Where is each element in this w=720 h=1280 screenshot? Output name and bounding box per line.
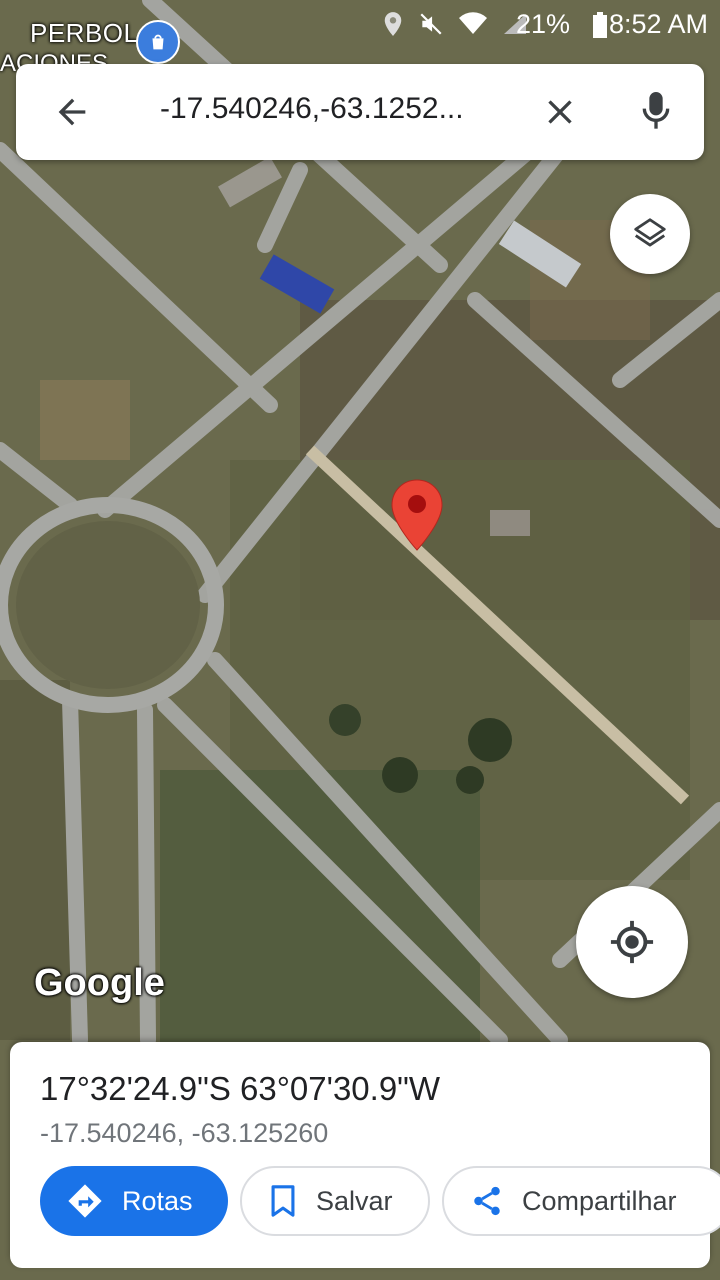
directions-button[interactable]: Rotas	[40, 1166, 228, 1236]
save-label: Salvar	[316, 1185, 393, 1216]
search-bar[interactable]: -17.540246,-63.1252...	[16, 64, 704, 160]
coordinates-decimal: -17.540246, -63.125260	[40, 1118, 329, 1148]
microphone-icon[interactable]	[636, 88, 676, 136]
directions-icon	[66, 1182, 104, 1220]
share-icon	[470, 1184, 504, 1218]
location-marker-icon[interactable]	[390, 478, 444, 552]
layers-button[interactable]	[610, 194, 690, 274]
wifi-icon	[459, 12, 487, 34]
close-icon[interactable]	[540, 92, 580, 132]
save-button[interactable]: Salvar	[240, 1166, 430, 1236]
status-icons	[382, 10, 528, 38]
back-arrow-icon[interactable]	[52, 92, 92, 132]
clock: 8:52 AM	[608, 9, 708, 39]
coordinates-dms: 17°32'24.9"S 63°07'30.9"W	[40, 1070, 441, 1107]
battery-icon	[593, 12, 607, 38]
mute-icon	[420, 13, 442, 35]
directions-label: Rotas	[122, 1185, 193, 1216]
search-query[interactable]: -17.540246,-63.1252...	[160, 92, 530, 126]
battery-percentage: 21%	[515, 9, 570, 39]
share-label: Compartilhar	[522, 1185, 677, 1216]
location-icon	[384, 12, 402, 36]
place-sheet[interactable]: 17°32'24.9"S 63°07'30.9"W -17.540246, -6…	[10, 1042, 720, 1268]
status-bar: 21% 8:52 AM	[0, 0, 720, 50]
layers-icon	[634, 218, 666, 247]
my-location-button[interactable]	[576, 886, 688, 998]
bookmark-icon	[268, 1184, 298, 1218]
google-attribution: Google	[34, 962, 165, 1004]
crosshair-icon	[610, 920, 654, 964]
share-button[interactable]: Compartilhar	[442, 1166, 720, 1236]
